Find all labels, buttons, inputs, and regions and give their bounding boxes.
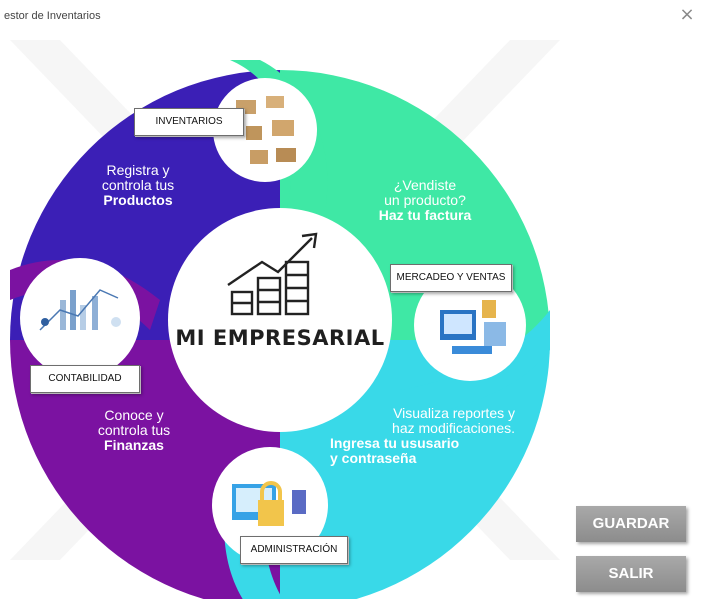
contabilidad-button[interactable]: CONTABILIDAD: [30, 365, 140, 393]
brand-name: MI EMPRESARIAL: [175, 326, 385, 350]
inventarios-line1: Registra y: [106, 162, 170, 178]
administracion-button[interactable]: ADMINISTRACIÓN: [240, 536, 348, 564]
ventas-line1: ¿Vendiste: [393, 177, 457, 193]
administracion-bold2: y contraseña: [330, 450, 417, 466]
center-circle: [168, 208, 392, 432]
inventarios-bold: Productos: [103, 192, 173, 208]
inventarios-line2: controla tus: [101, 177, 175, 193]
administracion-bold1: Ingresa tu ususario: [330, 435, 460, 451]
administracion-line2: haz modificaciones.: [392, 420, 515, 436]
inventarios-button[interactable]: INVENTARIOS: [134, 108, 244, 136]
mercadeo-ventas-button[interactable]: MERCADEO Y VENTAS: [390, 264, 512, 292]
ventas-bold: Haz tu factura: [378, 207, 472, 223]
administracion-line1: Visualiza reportes y: [393, 405, 515, 421]
ventas-text: ¿Vendiste un producto? Haz tu factura: [370, 178, 480, 223]
contabilidad-line1: Conoce y: [104, 407, 164, 423]
salir-button[interactable]: SALIR: [576, 556, 686, 592]
inventarios-text: Registra y controla tus Productos: [78, 163, 198, 208]
contabilidad-text: Conoce y controla tus Finanzas: [74, 408, 194, 453]
contabilidad-bold: Finanzas: [104, 437, 164, 453]
ventas-line2: un producto?: [384, 192, 466, 208]
analytics-icon: [20, 258, 140, 378]
guardar-button[interactable]: GUARDAR: [576, 506, 686, 542]
contabilidad-line2: controla tus: [97, 422, 171, 438]
administracion-text: Visualiza reportes y haz modificaciones.…: [330, 406, 515, 466]
